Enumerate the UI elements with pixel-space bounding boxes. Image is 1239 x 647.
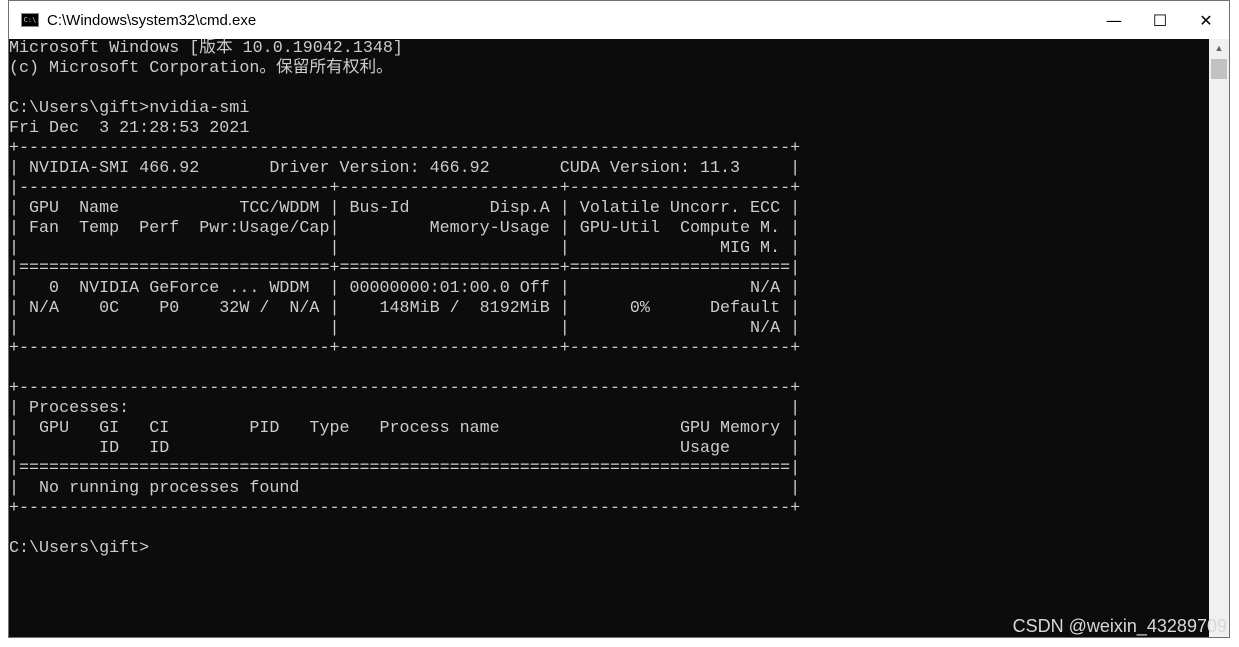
terminal-line: | | | N/A | [9, 319, 801, 338]
minimize-button[interactable]: — [1091, 1, 1137, 39]
terminal-line: +---------------------------------------… [9, 379, 801, 398]
terminal-line: +---------------------------------------… [9, 139, 801, 158]
cmd-window: C:\ C:\Windows\system32\cmd.exe — ☐ ✕ Mi… [8, 0, 1230, 638]
terminal-line: C:\Users\gift>nvidia-smi [9, 99, 250, 118]
terminal-line: (c) Microsoft Corporation。保留所有权利。 [9, 59, 393, 78]
watermark: CSDN @weixin_43289709 [1012, 616, 1227, 636]
terminal-line: |===============================+=======… [9, 259, 801, 278]
terminal-line: | GPU GI CI PID Type Process name GPU Me… [9, 419, 801, 438]
terminal-line: | ID ID Usage | [9, 439, 801, 458]
terminal-line: Fri Dec 3 21:28:53 2021 [9, 119, 250, 138]
close-button[interactable]: ✕ [1183, 1, 1229, 39]
terminal-line: | GPU Name TCC/WDDM | Bus-Id Disp.A | Vo… [9, 199, 801, 218]
terminal-line: | NVIDIA-SMI 466.92 Driver Version: 466.… [9, 159, 801, 178]
terminal-line: | No running processes found | [9, 479, 801, 498]
terminal-line: C:\Users\gift> [9, 539, 150, 558]
terminal-line: | N/A 0C P0 32W / N/A | 148MiB / 8192MiB… [9, 299, 801, 318]
cmd-icon: C:\ [21, 13, 39, 27]
title-bar[interactable]: C:\ C:\Windows\system32\cmd.exe — ☐ ✕ [9, 1, 1229, 39]
terminal-output[interactable]: Microsoft Windows [版本 10.0.19042.1348] (c… [9, 39, 1209, 637]
terminal-line: | | | MIG M. | [9, 239, 801, 258]
terminal-line: |-------------------------------+-------… [9, 179, 801, 198]
maximize-button[interactable]: ☐ [1137, 1, 1183, 39]
terminal-text: Microsoft Windows [版本 10.0.19042.1348] (c… [9, 39, 1209, 559]
vertical-scrollbar[interactable]: ▲ [1209, 39, 1229, 637]
terminal-line: | Fan Temp Perf Pwr:Usage/Cap| Memory-Us… [9, 219, 801, 238]
terminal-line: +---------------------------------------… [9, 499, 801, 518]
scroll-up-icon[interactable]: ▲ [1209, 39, 1229, 57]
scrollbar-thumb[interactable] [1211, 59, 1227, 79]
terminal-line: |=======================================… [9, 459, 801, 478]
terminal-line: | Processes: | [9, 399, 801, 418]
terminal-line: | 0 NVIDIA GeForce ... WDDM | 00000000:0… [9, 279, 801, 298]
window-title: C:\Windows\system32\cmd.exe [47, 11, 257, 29]
terminal-line: +-------------------------------+-------… [9, 339, 801, 358]
terminal-line: Microsoft Windows [版本 10.0.19042.1348] [9, 39, 403, 58]
